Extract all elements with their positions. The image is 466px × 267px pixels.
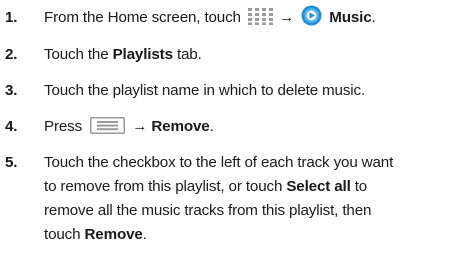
remove-label: Remove bbox=[151, 118, 210, 135]
step-text-line: to remove from this playlist, or touch S… bbox=[44, 175, 466, 199]
apps-grid-icon bbox=[247, 8, 273, 26]
remove-label: Remove bbox=[84, 226, 143, 243]
step-number: 1. bbox=[5, 9, 18, 26]
arrow-icon: → bbox=[132, 118, 148, 135]
select-all-label: Select all bbox=[286, 178, 351, 195]
menu-key-icon bbox=[90, 117, 126, 135]
step-5: 5. Touch the checkbox to the left of eac… bbox=[0, 151, 466, 247]
arrow-icon: → bbox=[279, 9, 295, 26]
step-text-end: . bbox=[142, 226, 147, 243]
playlists-label: Playlists bbox=[112, 46, 173, 63]
music-app-icon bbox=[301, 5, 322, 26]
step-4: 4. Press → Remove. bbox=[0, 115, 466, 139]
step-text: From the Home screen, touch bbox=[44, 9, 241, 26]
step-number: 3. bbox=[5, 82, 18, 99]
step-3: 3. Touch the playlist name in which to d… bbox=[0, 79, 466, 103]
step-text: Touch the bbox=[44, 46, 113, 63]
step-text-end: tab. bbox=[172, 46, 202, 63]
step-text: Touch the playlist name in which to dele… bbox=[44, 82, 366, 99]
step-text: to bbox=[350, 178, 368, 195]
step-text-end: . bbox=[371, 9, 376, 26]
step-text: touch bbox=[44, 226, 85, 243]
step-1: 1. From the Home screen, touch → Music. bbox=[0, 5, 466, 30]
step-text-end: . bbox=[209, 118, 214, 135]
step-number: 2. bbox=[5, 46, 18, 63]
step-2: 2. Touch the Playlists tab. bbox=[0, 43, 466, 67]
step-text-line: touch Remove. bbox=[44, 223, 466, 247]
step-text-line: Touch the checkbox to the left of each t… bbox=[44, 154, 394, 171]
step-text-line: remove all the music tracks from this pl… bbox=[44, 202, 372, 219]
step-text: Press bbox=[44, 118, 83, 135]
music-label: Music bbox=[329, 9, 372, 26]
step-number: 4. bbox=[5, 118, 18, 135]
step-text: to remove from this playlist, or touch bbox=[44, 178, 287, 195]
step-number: 5. bbox=[5, 154, 18, 171]
